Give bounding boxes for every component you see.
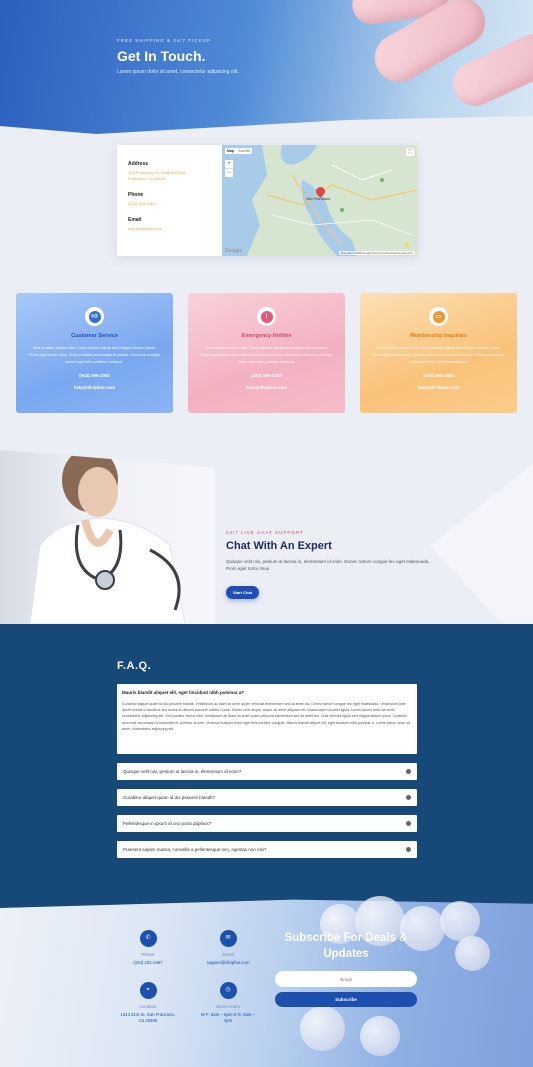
satellite-tab[interactable]: Satellite [238,149,250,153]
service-phone[interactable]: (543) 295-2393 [16,373,173,378]
expand-icon[interactable] [406,847,411,852]
email-label: Email [128,217,142,223]
faq-question[interactable]: Mauris blandit aliquet elit, eget tincid… [122,690,412,695]
service-title: Customer Service [71,333,118,339]
faq-section: F.A.Q. Mauris blandit aliquet elit, eget… [0,624,533,914]
zoom-out-button[interactable]: − [225,168,233,177]
map-type-control[interactable]: Map Satellite [225,148,253,154]
service-card-emergency-hotline: ! Emergency Hotline Sed porttitor lectus… [188,293,345,413]
zoom-control: + − [225,160,233,177]
faq-question[interactable]: Praesent sapien massa, convallis a pelle… [123,847,266,852]
map-embed[interactable]: Map Satellite ⛶ + − San Francisco Google… [222,145,417,256]
hero-section: FREE SHIPPING & 24/7 PICKUP Get In Touch… [0,0,533,140]
service-card-membership-inquiries: ▭ Membership Inquiries Sed porttitor lec… [360,293,517,413]
footer-location-label: Location [139,1004,157,1009]
phone-label: Phone [128,192,144,198]
faq-item-open[interactable]: Mauris blandit aliquet elit, eget tincid… [117,684,417,754]
subscribe-title: Subscribe For Deals & Updates [284,932,408,960]
service-text: Sed porttitor lectus nibh. Cras ultricie… [200,345,333,364]
service-phone[interactable]: (543) 295-2393 [188,373,345,378]
map-footer: Map data ©2018 Google Terms of Use Repor… [338,251,415,255]
footer-hours: ◷ Store Hours M-F: 8am – 5pm S-S: 9am – … [198,982,258,1024]
email-input[interactable] [275,971,417,987]
footer-email-label: Email [222,952,234,957]
service-icon-wrap: ! [257,307,276,326]
alert-icon: ! [260,310,273,323]
phone-icon: ✆ [139,930,157,947]
service-email[interactable]: help@diviphar.com [360,385,517,390]
expand-icon[interactable] [406,821,411,826]
faq-item[interactable]: Pellentesque in ipsum id orci porta dapi… [117,815,417,832]
service-phone[interactable]: (543) 295-2393 [360,373,517,378]
fullscreen-button[interactable]: ⛶ [406,148,414,156]
faq-item[interactable]: Praesent sapien massa, convallis a pelle… [117,841,417,858]
faq-question[interactable]: Quisque velit nisi, pretium ut lacinia i… [123,769,241,774]
service-text: Sed porttitor lectus nibh. Cras ultricie… [28,345,161,364]
thumbs-up-icon: 👍︎ [88,310,101,323]
pill-image [455,936,490,971]
contact-info: Address 123 Pharmacy St, Suite 800 San F… [117,145,222,256]
footer-hours-label: Store Hours [215,1004,240,1009]
start-chat-button[interactable]: Start Chat [226,586,259,599]
pill-image [360,1016,400,1056]
mail-icon: ✉ [219,930,237,947]
decorative-slant [430,450,533,624]
expand-icon[interactable] [406,769,411,774]
page-title: Get In Touch. [117,48,206,64]
pill-image [300,1006,345,1051]
doctor-photo [0,450,215,624]
service-email[interactable]: help@diviphar.com [16,385,173,390]
email-value[interactable]: help@diviphar.com [128,226,198,232]
address-value: 123 Pharmacy St, Suite 800 San Francisco… [128,170,187,181]
service-email[interactable]: help@diviphar.com [188,385,345,390]
service-card-customer-service: 👍︎ Customer Service Sed porttitor lectus… [16,293,173,413]
faq-title: F.A.Q. [117,660,152,672]
faq-item[interactable]: Curabitur aliquet quam id dui posuere bl… [117,789,417,806]
chat-text: Quisque velit nisi, pretium ut lacinia i… [226,559,430,571]
card-icon: ▭ [432,310,445,323]
service-icon-wrap: ▭ [429,307,448,326]
subscribe-button[interactable]: Subscribe [275,992,417,1007]
chat-eyebrow: 24/7 LIVE CHAT SUPPORT [226,530,304,535]
footer-email-value[interactable]: support@diviphar.com [198,960,258,966]
faq-item[interactable]: Quisque velit nisi, pretium ut lacinia i… [117,763,417,780]
address-label: Address [128,161,149,167]
service-text: Sed porttitor lectus nibh. Cras ultricie… [372,345,505,364]
footer-section: ✆ Phone (234) 234-3467 ✉ Email support@d… [0,896,533,1067]
google-logo: Google [225,248,243,254]
hero-subtitle: Lorem ipsum dolor sit amet, consectetur … [117,69,239,75]
footer-phone-label: Phone [141,952,155,957]
faq-answer: Curabitur aliquet quam id dui posuere bl… [122,702,410,731]
chat-section: 24/7 LIVE CHAT SUPPORT Chat With An Expe… [0,450,533,624]
expand-icon[interactable] [406,795,411,800]
footer-location-value: 1343 21st St. San Francisco, Ca 29456 [120,1012,176,1023]
footer-phone-value[interactable]: (234) 234-3467 [118,960,178,966]
pill-image [440,901,480,941]
clock-icon: ◷ [219,982,237,999]
footer-phone: ✆ Phone (234) 234-3467 [118,930,178,966]
map-tab[interactable]: Map [227,149,234,153]
service-icon-wrap: 👍︎ [85,307,104,326]
phone-value[interactable]: (123) 234-3467 [128,201,198,207]
service-title: Membership Inquiries [410,333,467,339]
footer-location: ⌖ Location 1343 21st St. San Francisco, … [118,982,178,1024]
faq-question[interactable]: Pellentesque in ipsum id orci porta dapi… [123,821,211,826]
doctor-illustration [29,450,186,624]
footer-hours-value: M-F: 8am – 5pm S-S: 9am – 4pm [200,1012,256,1023]
hero-divider [0,116,533,140]
contact-card: Address 123 Pharmacy St, Suite 800 San F… [117,145,417,256]
service-title: Emergency Hotline [241,333,292,339]
faq-question[interactable]: Curabitur aliquet quam id dui posuere bl… [123,795,215,800]
chat-title: Chat With An Expert [226,540,332,552]
location-pin-icon: ⌖ [139,982,157,999]
hero-eyebrow: FREE SHIPPING & 24/7 PICKUP [117,38,212,43]
zoom-in-button[interactable]: + [225,160,233,168]
map-city-label: San Francisco [306,197,331,201]
footer-email: ✉ Email support@diviphar.com [198,930,258,966]
